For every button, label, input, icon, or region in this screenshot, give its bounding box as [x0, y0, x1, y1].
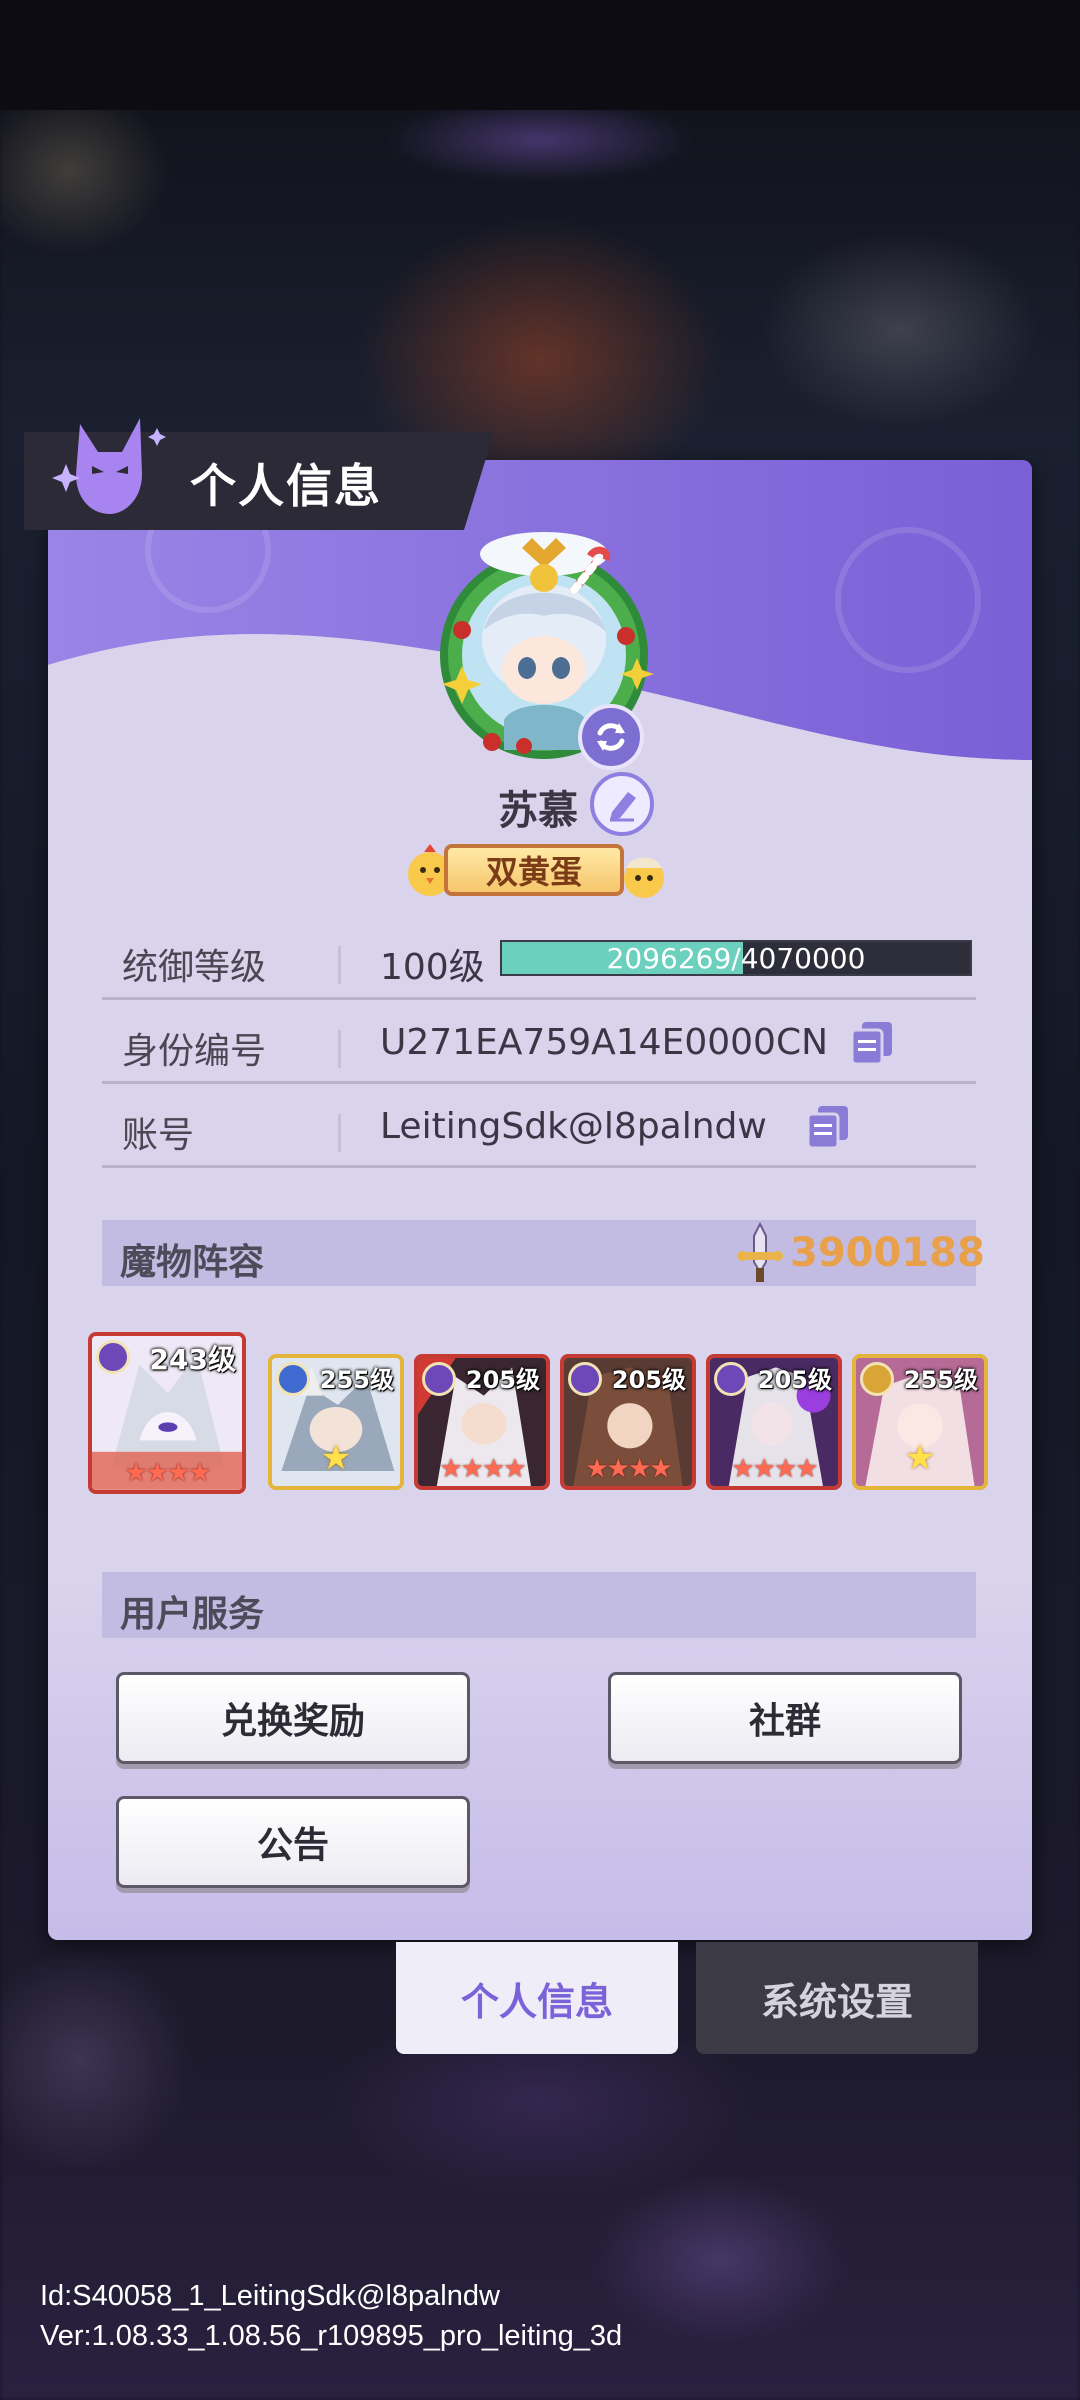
tab-profile[interactable]: 个人信息 [396, 1942, 678, 2054]
monster-stars: ★ [320, 1438, 352, 1478]
sword-power-icon [737, 1222, 783, 1282]
refresh-icon [597, 723, 625, 751]
info-row-id: 身份编号 U271EA759A14E0000CN [102, 1002, 976, 1084]
chick-right-icon [624, 857, 664, 898]
account-value: LeitingSdk@l8palndw [380, 1106, 767, 1147]
monster-card[interactable]: 243级 ★★★★ [88, 1332, 246, 1494]
lineup-section-header: 魔物阵容 3900188 [102, 1220, 985, 1286]
version-line: Ver:1.08.33_1.08.56_r109895_pro_leiting_… [40, 2320, 623, 2352]
dialog-title-tab: 个人信息 [24, 418, 494, 530]
services-section-header: 用户服务 [102, 1572, 976, 1638]
title-badge-text: 双黄蛋 [485, 853, 582, 891]
dialog-title: 个人信息 [190, 459, 382, 513]
monster-card[interactable]: 255级 ★ [852, 1354, 988, 1490]
info-row-level: 统御等级 100级 2096269/4070000 [102, 918, 976, 1000]
monster-card[interactable]: 255级 ★ [268, 1354, 404, 1490]
copy-account-icon[interactable] [806, 1104, 850, 1150]
monster-level: 205级 [611, 1366, 686, 1394]
monster-stars: ★ [904, 1438, 936, 1478]
monster-card[interactable]: 205级 ★★★★ [414, 1354, 550, 1490]
monster-stars: ★★★★ [124, 1458, 211, 1488]
monster-level: 205级 [465, 1366, 540, 1394]
build-info: Id:S40058_1_LeitingSdk@l8palndw Ver:1.08… [40, 2276, 622, 2356]
class-icon [96, 1340, 130, 1374]
id-label: 身份编号 [122, 1031, 267, 1072]
cat-mascot-icon [52, 418, 166, 514]
monster-level: 255级 [319, 1366, 394, 1394]
monster-stars: ★★★★ [731, 1454, 818, 1484]
monster-stars: ★★★★ [585, 1454, 672, 1484]
edit-name-button[interactable] [590, 772, 654, 836]
monster-stars: ★★★★ [439, 1454, 526, 1484]
change-avatar-button[interactable] [578, 704, 644, 770]
level-value: 100级 [380, 947, 485, 988]
monster-level: 205级 [757, 1366, 832, 1394]
id-value: U271EA759A14E0000CN [380, 1022, 829, 1063]
monster-lineup: 243级 ★★★★ 255级 ★ 205级 ★★★★ 205级 ★★★★ 205… [88, 1332, 1008, 1502]
lineup-power-value: 3900188 [790, 1230, 985, 1276]
monster-level: 243级 [149, 1343, 236, 1376]
account-label: 账号 [122, 1115, 195, 1156]
player-title-badge[interactable]: 双黄蛋 [404, 840, 670, 902]
community-button[interactable]: 社群 [608, 1672, 962, 1764]
info-row-account: 账号 LeitingSdk@l8palndw [102, 1086, 976, 1168]
row-separator [338, 1030, 341, 1068]
tab-settings[interactable]: 系统设置 [696, 1942, 978, 2054]
player-name: 苏慕 [498, 788, 578, 834]
row-separator [338, 946, 341, 984]
class-icon [568, 1362, 602, 1396]
pencil-icon [610, 792, 636, 822]
lineup-title: 魔物阵容 [120, 1242, 265, 1283]
class-icon [714, 1362, 748, 1396]
services-title: 用户服务 [120, 1594, 265, 1635]
row-separator [338, 1114, 341, 1152]
exp-progress-bar: 2096269/4070000 [500, 940, 972, 976]
class-icon [422, 1362, 456, 1396]
name-row: 苏慕 [0, 772, 1080, 842]
status-bar-area [0, 0, 1080, 110]
user-id-line: Id:S40058_1_LeitingSdk@l8palndw [40, 2280, 500, 2312]
level-label: 统御等级 [122, 947, 267, 988]
class-icon [860, 1362, 894, 1396]
title-badge-plate: 双黄蛋 [444, 844, 624, 896]
monster-level: 255级 [903, 1366, 978, 1394]
copy-id-icon[interactable] [850, 1020, 894, 1066]
class-icon [276, 1362, 310, 1396]
monster-card[interactable]: 205级 ★★★★ [706, 1354, 842, 1490]
exp-progress-text: 2096269/4070000 [606, 941, 866, 975]
redeem-rewards-button[interactable]: 兑换奖励 [116, 1672, 470, 1764]
notice-button[interactable]: 公告 [116, 1796, 470, 1888]
monster-card[interactable]: 205级 ★★★★ [560, 1354, 696, 1490]
